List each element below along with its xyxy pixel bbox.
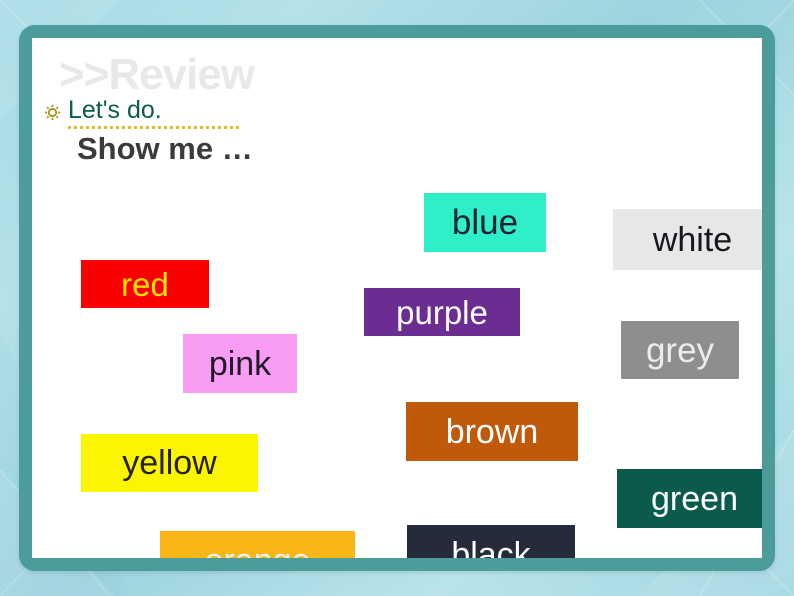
lets-do-label: Let's do. — [68, 96, 240, 129]
page-title: >>Review — [59, 50, 255, 99]
dotted-underline — [68, 126, 240, 129]
lets-do-heading: Let's do. — [44, 96, 240, 129]
color-word-red[interactable]: red — [81, 260, 209, 308]
slide-canvas: >>Review Let's do. Show me … blue white re… — [0, 0, 794, 596]
show-me-prompt: Show me … — [77, 131, 253, 166]
color-word-orange[interactable]: orange — [160, 531, 355, 558]
color-word-yellow[interactable]: yellow — [81, 434, 258, 492]
color-word-black[interactable]: black — [407, 525, 575, 558]
color-word-grey[interactable]: grey — [621, 321, 739, 379]
color-word-white[interactable]: white — [613, 209, 762, 270]
color-word-purple[interactable]: purple — [364, 288, 520, 336]
lets-do-text: Let's do. — [68, 96, 162, 124]
color-word-pink[interactable]: pink — [183, 334, 297, 393]
color-word-brown[interactable]: brown — [406, 402, 578, 461]
sun-gear-icon — [44, 104, 61, 121]
color-word-blue[interactable]: blue — [424, 193, 546, 252]
color-word-green[interactable]: green — [617, 469, 762, 528]
slide-content-area: >>Review Let's do. Show me … blue white re… — [32, 38, 762, 558]
